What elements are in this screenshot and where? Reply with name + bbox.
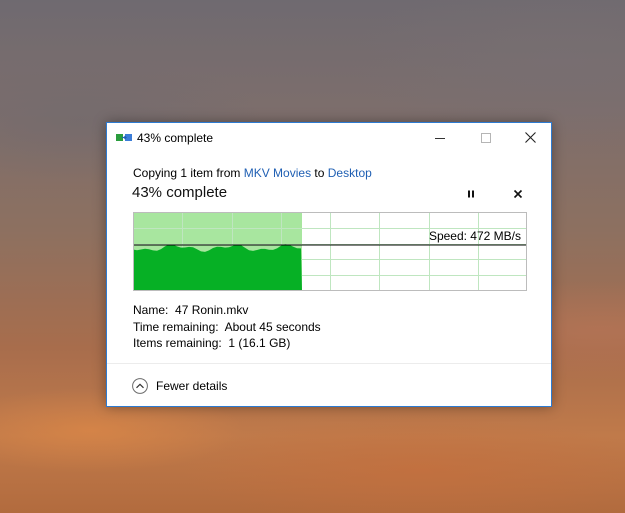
speed-history-area [133,244,302,291]
destination-folder-link[interactable]: Desktop [328,166,372,180]
title-bar[interactable]: 43% complete [107,123,551,153]
time-remaining-row: Time remaining: About 45 seconds [133,319,321,336]
copy-progress-dialog: 43% complete Copying 1 item from MKV Mov… [106,122,552,407]
copy-description: Copying 1 item from MKV Movies to Deskto… [133,166,372,180]
pause-icon [468,190,474,198]
fewer-details-button[interactable]: Fewer details [132,376,227,396]
name-label: Name: [133,303,169,317]
stop-icon [513,189,523,199]
source-folder-link[interactable]: MKV Movies [244,166,311,180]
close-icon [524,132,536,143]
items-remaining-label: Items remaining: [133,336,222,350]
chevron-up-icon [132,378,148,394]
fewer-details-label: Fewer details [156,379,228,393]
name-row: Name: 47 Ronin.mkv [133,302,321,319]
items-remaining-value: 1 (16.1 GB) [228,336,291,350]
copy-middle: to [311,166,328,180]
close-button[interactable] [507,123,553,152]
minimize-button[interactable] [417,123,463,152]
time-remaining-value: About 45 seconds [224,319,321,334]
speed-graph: Speed: 472 MB/s [133,212,527,291]
time-remaining-label: Time remaining: [133,319,219,334]
footer-divider [107,363,551,364]
progress-status: 43% complete [132,184,228,201]
maximize-button[interactable] [463,123,509,152]
copy-files-icon [116,134,132,141]
minimize-icon [435,137,445,139]
maximize-icon [481,132,491,143]
copy-prefix: Copying 1 item from [133,166,244,180]
name-value: 47 Ronin.mkv [175,303,249,317]
stop-button[interactable] [511,187,525,201]
speed-label: Speed: 472 MB/s [429,229,521,243]
items-remaining-row: Items remaining: 1 (16.1 GB) [133,335,321,352]
pause-button[interactable] [464,187,478,201]
window-title: 43% complete [137,131,214,145]
details-panel: Name: 47 Ronin.mkv Time remaining: About… [133,302,321,352]
